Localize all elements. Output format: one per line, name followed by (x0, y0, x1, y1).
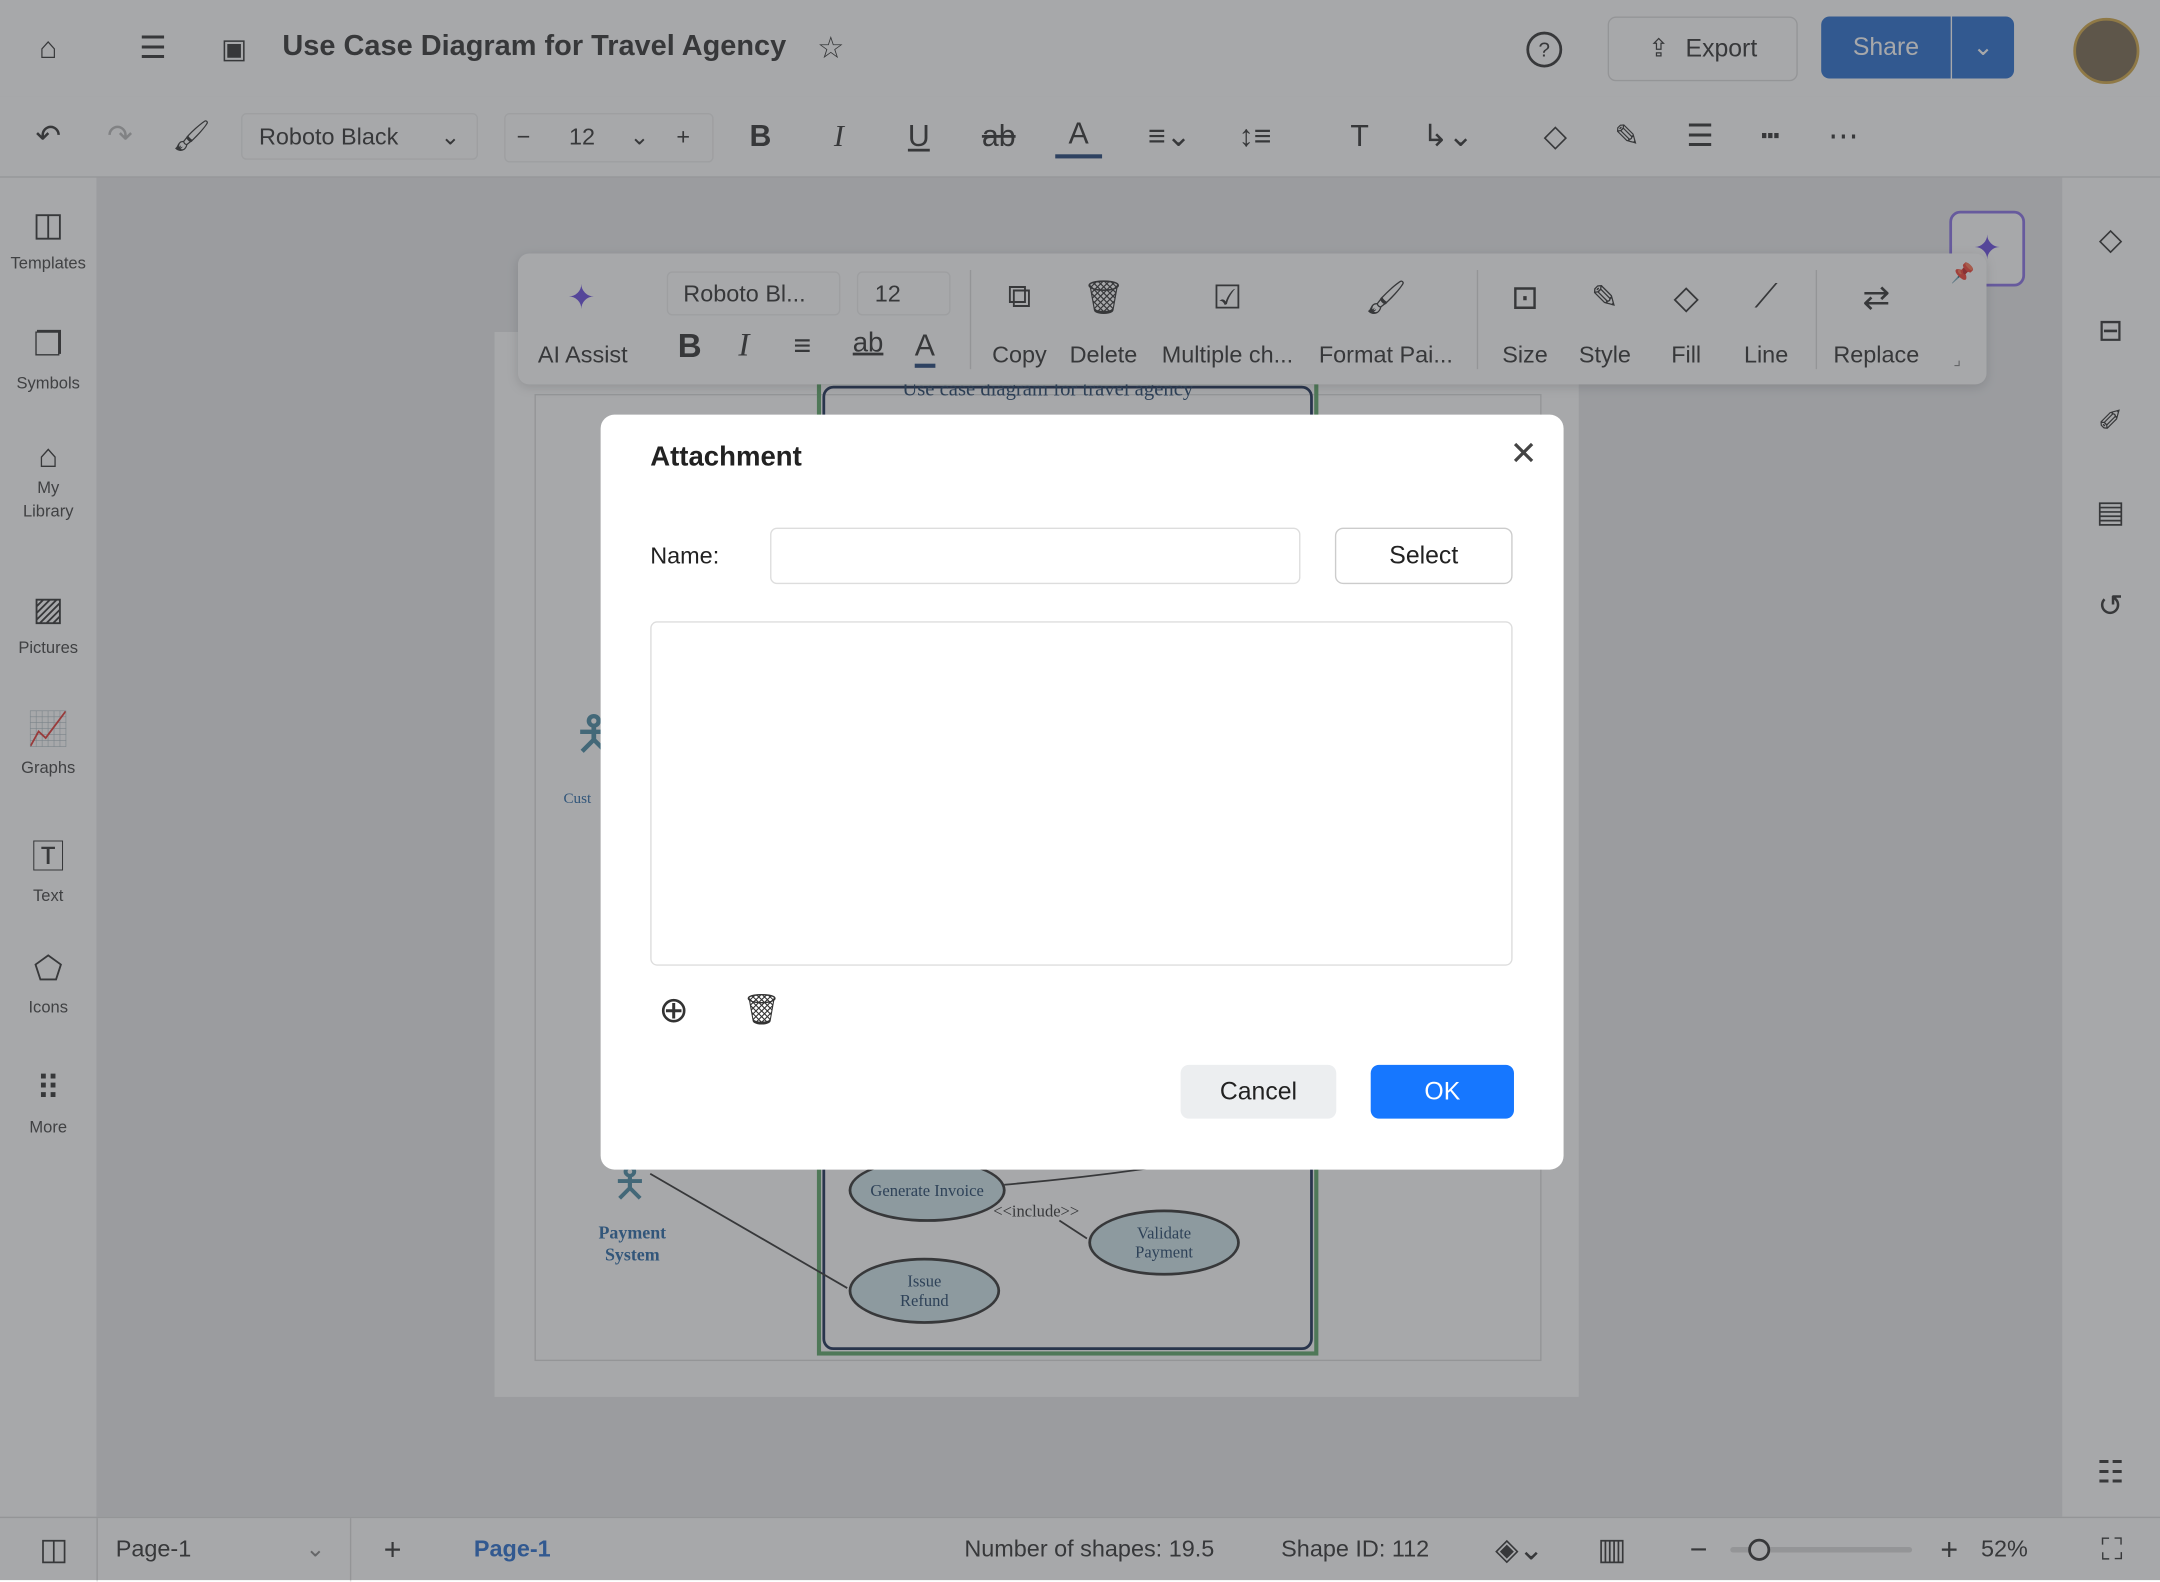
select-button[interactable]: Select (1334, 527, 1513, 585)
close-icon[interactable]: ✕ (1504, 434, 1543, 473)
ok-button[interactable]: OK (1370, 1064, 1514, 1119)
name-input[interactable] (770, 527, 1301, 585)
attachment-dialog: Attachment ✕ Name: Select ⊕ 🗑 Cancel OK (600, 414, 1564, 1170)
name-label: Name: (650, 542, 720, 569)
app-root: ⌂ ☰ ▣ Use Case Diagram for Travel Agency… (0, 0, 2160, 1582)
trash-icon[interactable]: 🗑 (743, 990, 782, 1029)
attachment-list[interactable] (650, 621, 1513, 966)
add-circle-icon[interactable]: ⊕ (654, 988, 693, 1029)
dialog-title: Attachment (650, 442, 802, 473)
cancel-button[interactable]: Cancel (1180, 1064, 1337, 1119)
